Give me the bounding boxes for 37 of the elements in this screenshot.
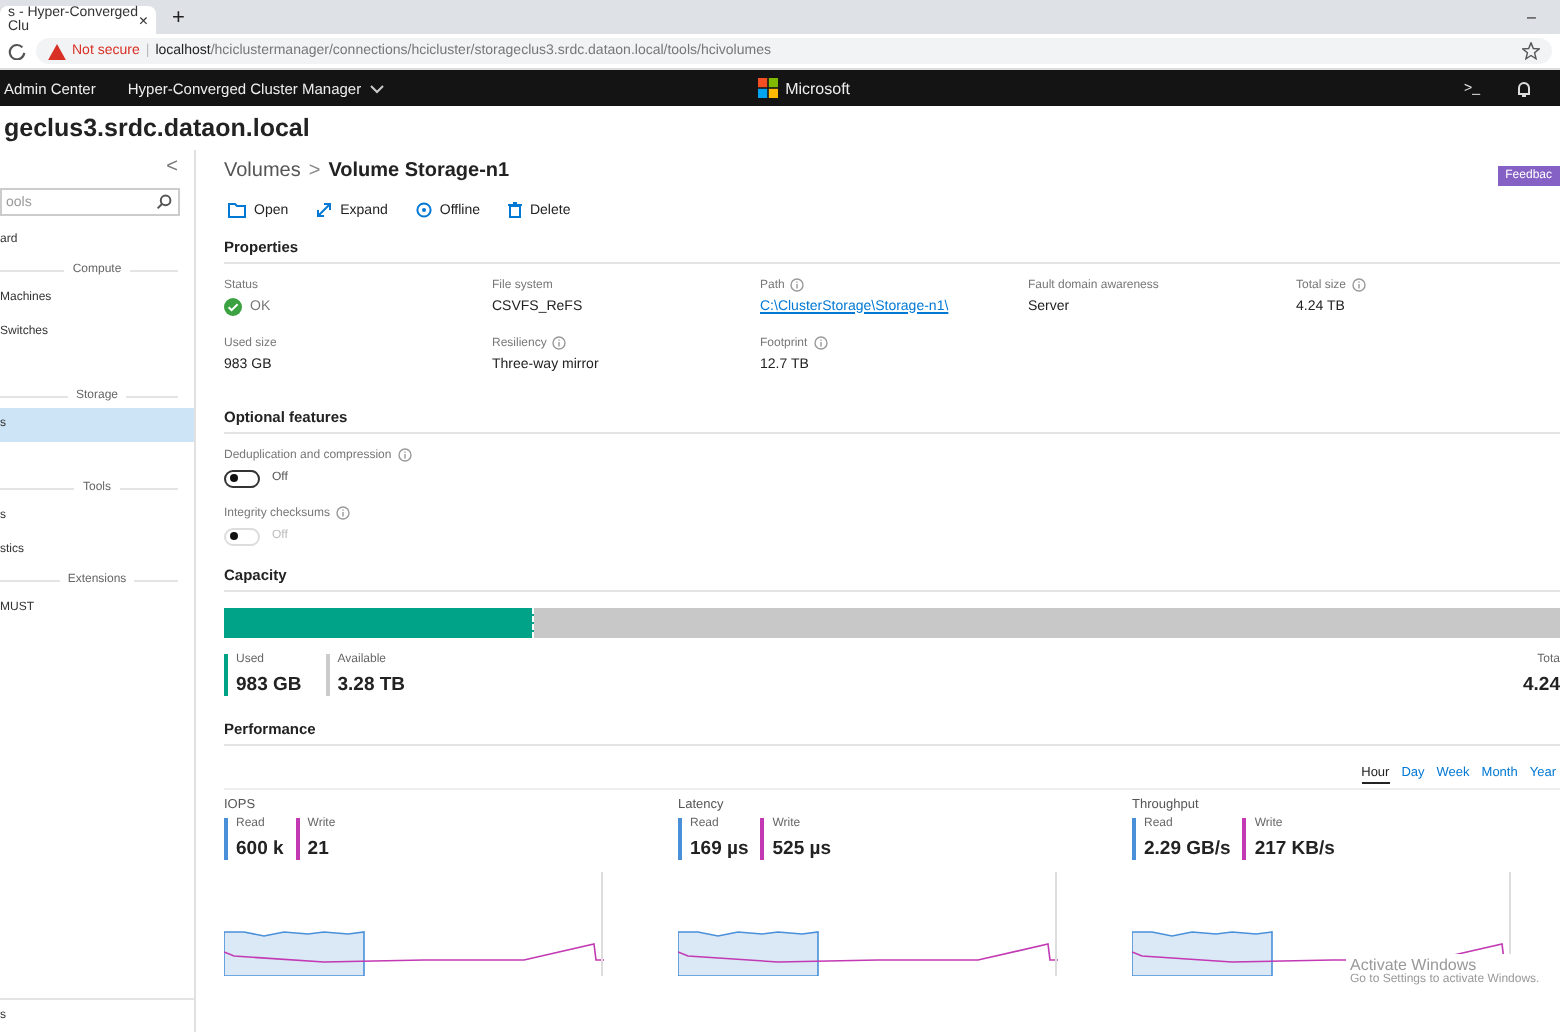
info-icon [397, 448, 412, 462]
logo-icon [757, 78, 778, 98]
info-icon [813, 336, 828, 350]
breadcrumb-separator: > [308, 159, 321, 181]
info-icon [790, 278, 805, 292]
stat-value: 217 KB/s [1254, 838, 1335, 860]
collapse-button[interactable]: < [166, 156, 178, 180]
search-icon [156, 194, 172, 210]
chevron-icon [369, 83, 384, 93]
stat-value: 2.29 GB/s [1144, 838, 1231, 860]
activation-title: Activate Windows [1350, 956, 1477, 974]
stat-value: 600 k [236, 838, 284, 860]
circle-icon [415, 202, 432, 218]
toggle-switch[interactable] [224, 469, 260, 487]
brand-name: Microsoft [785, 79, 851, 97]
info-icon [552, 336, 567, 350]
check-circle-icon [224, 297, 242, 315]
warning-icon [48, 43, 66, 59]
page-title: Volume Storage-n1 [328, 159, 510, 181]
breadcrumb-link[interactable]: Volumes [224, 159, 301, 181]
new-tab-button[interactable]: + [156, 5, 201, 29]
refresh-icon[interactable] [8, 42, 26, 60]
info-icon [1352, 278, 1367, 292]
stat-value: 21 [307, 838, 331, 860]
stat-value: 4.24 [1523, 674, 1560, 696]
cluster-title: geclus3.srdc.dataon.local [2, 112, 312, 146]
info-icon [336, 506, 351, 520]
folder-icon [228, 202, 246, 218]
trash-icon [507, 202, 522, 218]
stat-value: 525 µs [772, 838, 831, 860]
stat-value: 3.28 TB [337, 674, 406, 696]
stat-value: 169 µs [690, 838, 749, 860]
expand-icon [316, 202, 333, 218]
bell-icon[interactable] [1516, 79, 1533, 97]
minimize-button[interactable]: – [1503, 8, 1560, 26]
stat-value: 983 GB [236, 674, 302, 696]
star-icon[interactable] [1522, 42, 1540, 60]
